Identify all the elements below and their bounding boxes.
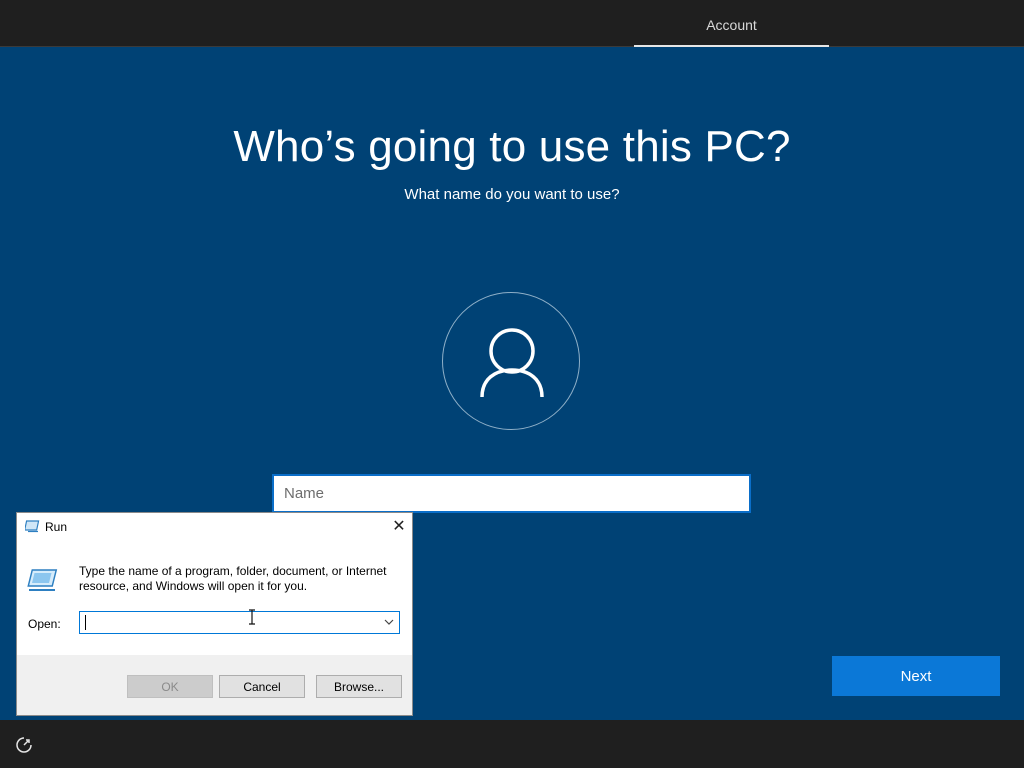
ok-button[interactable]: OK <box>127 675 213 698</box>
top-bar <box>0 0 1024 47</box>
tab-active-indicator <box>634 45 829 47</box>
open-combobox[interactable] <box>79 611 400 634</box>
name-input[interactable] <box>272 474 751 513</box>
chevron-down-icon[interactable] <box>383 616 395 628</box>
open-label: Open: <box>28 617 61 631</box>
ibeam-cursor-icon <box>249 609 255 625</box>
run-dialog: Run ✕ Type the name of a program, folder… <box>16 512 413 716</box>
bottom-bar <box>0 720 1024 768</box>
next-button[interactable]: Next <box>832 656 1000 696</box>
avatar <box>442 292 580 430</box>
run-program-icon <box>27 569 58 591</box>
page-subtitle: What name do you want to use? <box>404 186 620 203</box>
text-caret <box>85 615 86 630</box>
ease-of-access-icon[interactable] <box>14 735 34 755</box>
browse-button[interactable]: Browse... <box>316 675 402 698</box>
run-description: Type the name of a program, folder, docu… <box>79 564 387 593</box>
user-icon <box>480 328 544 398</box>
run-program-icon <box>25 520 40 533</box>
close-icon[interactable]: ✕ <box>389 517 409 537</box>
tab-account[interactable]: Account <box>634 0 829 46</box>
page-title: Who’s going to use this PC? <box>233 122 791 171</box>
run-dialog-title: Run <box>45 520 68 534</box>
cancel-button[interactable]: Cancel <box>219 675 305 698</box>
